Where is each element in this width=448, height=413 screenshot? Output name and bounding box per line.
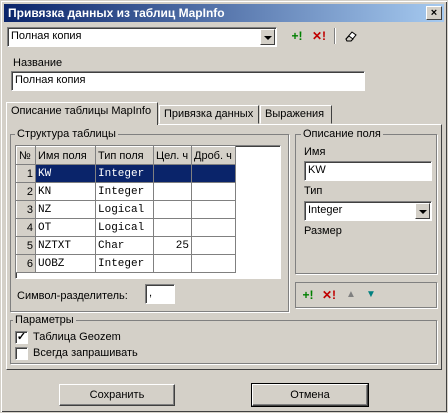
field-group-label: Описание поля	[301, 128, 383, 140]
row-number: 1	[16, 164, 36, 183]
cell-frac[interactable]	[191, 164, 236, 183]
geozem-label: Таблица Geozem	[33, 331, 121, 343]
table-row[interactable]: 3 NZ Logical	[16, 200, 236, 219]
preset-combo[interactable]: Полная копия	[7, 27, 277, 47]
table-row[interactable]: 4 OT Logical	[16, 218, 236, 237]
structure-grid: № Имя поля Тип поля Цел. ч Дроб. ч 1 KW …	[16, 146, 236, 273]
table-row[interactable]: 5 NZTXT Char 25	[16, 236, 236, 255]
field-size-label: Размер	[304, 225, 342, 237]
cell-name[interactable]: OT	[35, 218, 96, 237]
move-up-icon[interactable]: ▲	[341, 285, 361, 305]
cell-name[interactable]: KW	[35, 164, 96, 183]
row-number: 5	[16, 236, 36, 255]
move-down-icon[interactable]: ▼	[361, 285, 381, 305]
cell-name[interactable]: NZTXT	[35, 236, 96, 255]
field-name-input[interactable]: KW	[304, 161, 432, 181]
cell-name[interactable]: NZ	[35, 200, 96, 219]
field-name-label: Имя	[304, 146, 326, 158]
table-header-row: № Имя поля Тип поля Цел. ч Дроб. ч	[16, 146, 236, 165]
toolbar-separator	[334, 28, 335, 44]
add-preset-button[interactable]: +!	[287, 26, 307, 46]
cell-int[interactable]: 25	[153, 236, 192, 255]
delete-field-button[interactable]: ✕!	[319, 285, 339, 305]
tab-expressions[interactable]: Выражения	[260, 105, 332, 124]
save-button[interactable]: Сохранить	[59, 384, 175, 406]
field-name-input-value: KW	[308, 164, 326, 176]
separator-input-value: ,	[149, 287, 153, 299]
row-number: 3	[16, 200, 36, 219]
title-bar: Привязка данных из таблиц MapInfo ×	[4, 4, 444, 22]
always-ask-label: Всегда запрашивать	[33, 347, 138, 359]
column-header-num: №	[16, 146, 36, 165]
cell-type[interactable]: Char	[95, 236, 154, 255]
separator-input[interactable]: ,	[145, 284, 175, 304]
cell-int[interactable]	[153, 200, 192, 219]
row-number: 6	[16, 254, 36, 273]
geozem-checkbox[interactable]: ✓	[15, 331, 28, 344]
column-header-name: Имя поля	[35, 146, 96, 165]
delete-preset-button[interactable]: ✕!	[309, 26, 329, 46]
tab-data-binding[interactable]: Привязка данных	[159, 105, 259, 124]
column-header-type: Тип поля	[95, 146, 154, 165]
structure-table[interactable]: № Имя поля Тип поля Цел. ч Дроб. ч 1 KW …	[15, 145, 281, 279]
row-number: 4	[16, 218, 36, 237]
field-type-label: Тип	[304, 185, 323, 197]
cell-frac[interactable]	[191, 236, 236, 255]
cell-frac[interactable]	[191, 200, 236, 219]
cell-name[interactable]: UOBZ	[35, 254, 96, 273]
chevron-down-icon[interactable]	[415, 203, 430, 219]
name-input[interactable]: Полная копия	[11, 71, 365, 91]
eraser-icon[interactable]	[341, 26, 361, 46]
cell-type[interactable]: Logical	[95, 218, 154, 237]
cell-int[interactable]	[153, 218, 192, 237]
tab-label: Привязка данных	[164, 108, 254, 120]
dialog-window: Привязка данных из таблиц MapInfo × Полн…	[0, 0, 448, 413]
cell-int[interactable]	[153, 164, 192, 183]
cell-int[interactable]	[153, 254, 192, 273]
name-input-value: Полная копия	[15, 74, 86, 86]
add-field-button[interactable]: +!	[298, 285, 318, 305]
field-type-select[interactable]: Integer	[304, 201, 432, 221]
always-ask-checkbox[interactable]	[15, 347, 28, 360]
table-row[interactable]: 6 UOBZ Integer	[16, 254, 236, 273]
close-button[interactable]: ×	[426, 6, 442, 20]
cell-type[interactable]: Integer	[95, 182, 154, 201]
row-number: 2	[16, 182, 36, 201]
chevron-down-icon[interactable]	[260, 29, 275, 45]
tab-label: Выражения	[265, 108, 325, 120]
window-title: Привязка данных из таблиц MapInfo	[8, 6, 225, 20]
cell-type[interactable]: Integer	[95, 254, 154, 273]
table-row[interactable]: 2 KN Integer	[16, 182, 236, 201]
structure-group-label: Структура таблицы	[15, 128, 118, 140]
table-row[interactable]: 1 KW Integer	[16, 164, 236, 183]
cell-frac[interactable]	[191, 182, 236, 201]
cell-frac[interactable]	[191, 218, 236, 237]
params-group-label: Параметры	[13, 314, 76, 326]
cell-int[interactable]	[153, 182, 192, 201]
name-label: Название	[13, 57, 63, 69]
column-header-frac: Дроб. ч	[191, 146, 236, 165]
cell-type[interactable]: Logical	[95, 200, 154, 219]
column-header-int: Цел. ч	[153, 146, 192, 165]
cell-frac[interactable]	[191, 254, 236, 273]
tab-label: Описание таблицы MapInfo	[11, 105, 152, 117]
cell-type[interactable]: Integer	[95, 164, 154, 183]
tab-table-description[interactable]: Описание таблицы MapInfo	[6, 102, 158, 125]
separator-label: Символ-разделитель:	[17, 290, 128, 302]
preset-combo-value: Полная копия	[11, 30, 82, 42]
field-type-select-value: Integer	[308, 204, 343, 216]
cancel-button[interactable]: Отмена	[251, 383, 369, 407]
cell-name[interactable]: KN	[35, 182, 96, 201]
